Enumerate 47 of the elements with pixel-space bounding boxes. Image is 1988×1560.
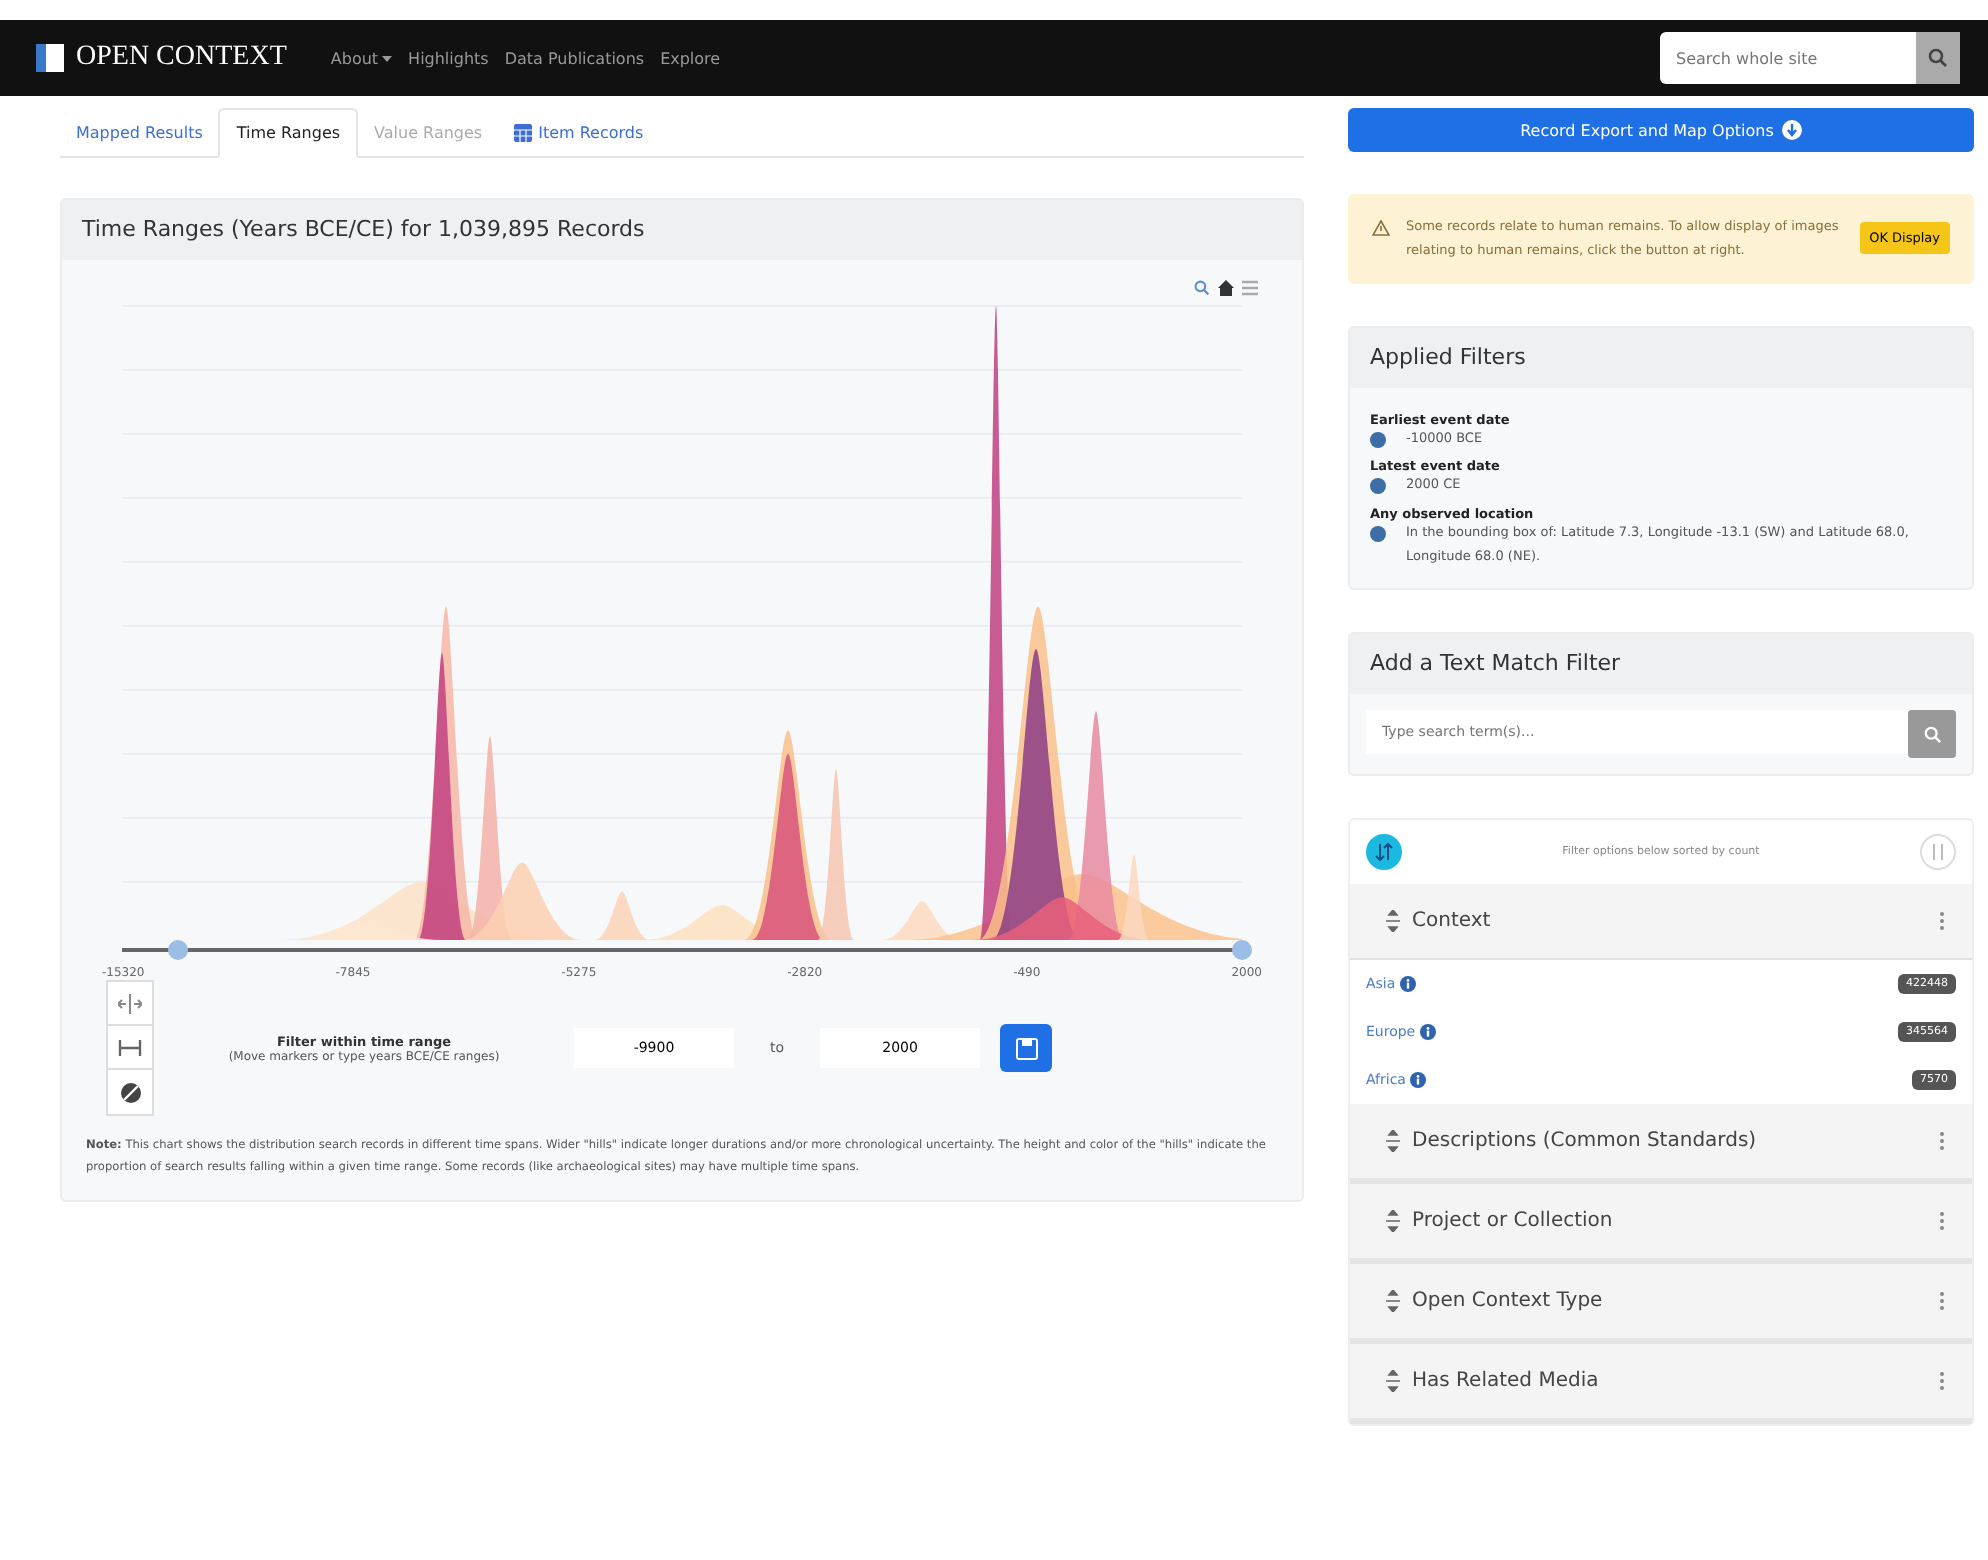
expand-icon [1386,1210,1400,1233]
sort-count-icon[interactable] [1366,834,1402,871]
nav-link[interactable]: Highlights [408,49,489,67]
facet-header[interactable]: Project or Collection [1350,1184,1972,1265]
search-icon [1923,725,1941,744]
info-icon [1419,1024,1436,1041]
expand-icon [1386,910,1400,933]
site-search-field[interactable]: Search whole site [1660,32,1916,84]
nav-link[interactable]: About [330,49,393,67]
save-icon [1015,1037,1038,1059]
site-brand[interactable]: OPEN CONTEXT [76,42,287,74]
remove-filter-icon[interactable] [1370,478,1386,495]
tab[interactable]: Mapped Results [60,108,219,156]
panel-title: Add a Text Match Filter [1350,634,1972,695]
logo-icon [36,44,64,72]
info-icon [1409,1072,1426,1089]
home-icon[interactable] [1218,280,1234,296]
facet-header[interactable]: Has Related Media [1350,1344,1972,1425]
tab[interactable]: Item Records [498,108,660,156]
search-button[interactable] [1916,32,1960,84]
remove-filter-icon[interactable] [1370,526,1386,543]
export-button[interactable]: Record Export and Map Options [1348,108,1974,152]
table-icon [514,123,533,141]
menu-icon[interactable] [1242,280,1258,296]
nav-link[interactable]: Data Publications [504,49,645,67]
search-icon [1928,48,1948,68]
tab[interactable]: Time Ranges [218,108,359,158]
apply-button[interactable] [1000,1024,1053,1072]
facet-header[interactable]: Open Context Type [1350,1264,1972,1345]
search-icon [1194,280,1210,296]
facet-header[interactable]: Context [1350,884,1972,961]
download-icon [1781,120,1802,140]
warning-icon [1372,220,1390,236]
chart-title: Time Ranges (Years BCE/CE) for 1,039,895 Records [62,200,1302,260]
remove-filter-icon[interactable] [1370,431,1386,448]
expand-icon [1386,1290,1400,1313]
expand-icon [1386,1130,1400,1153]
panel-title: Applied Filters [1350,327,1972,388]
sort-alpha-icon[interactable] [1920,834,1956,871]
nav-link[interactable]: Explore [660,49,721,67]
info-icon [1399,976,1416,993]
caret-icon [382,55,393,63]
search-button[interactable] [1908,710,1956,759]
facet-header[interactable]: Descriptions (Common Standards) [1350,1104,1972,1185]
expand-icon [1386,1370,1400,1393]
slider-handle[interactable] [1232,940,1252,960]
slider-handle[interactable] [168,940,188,960]
